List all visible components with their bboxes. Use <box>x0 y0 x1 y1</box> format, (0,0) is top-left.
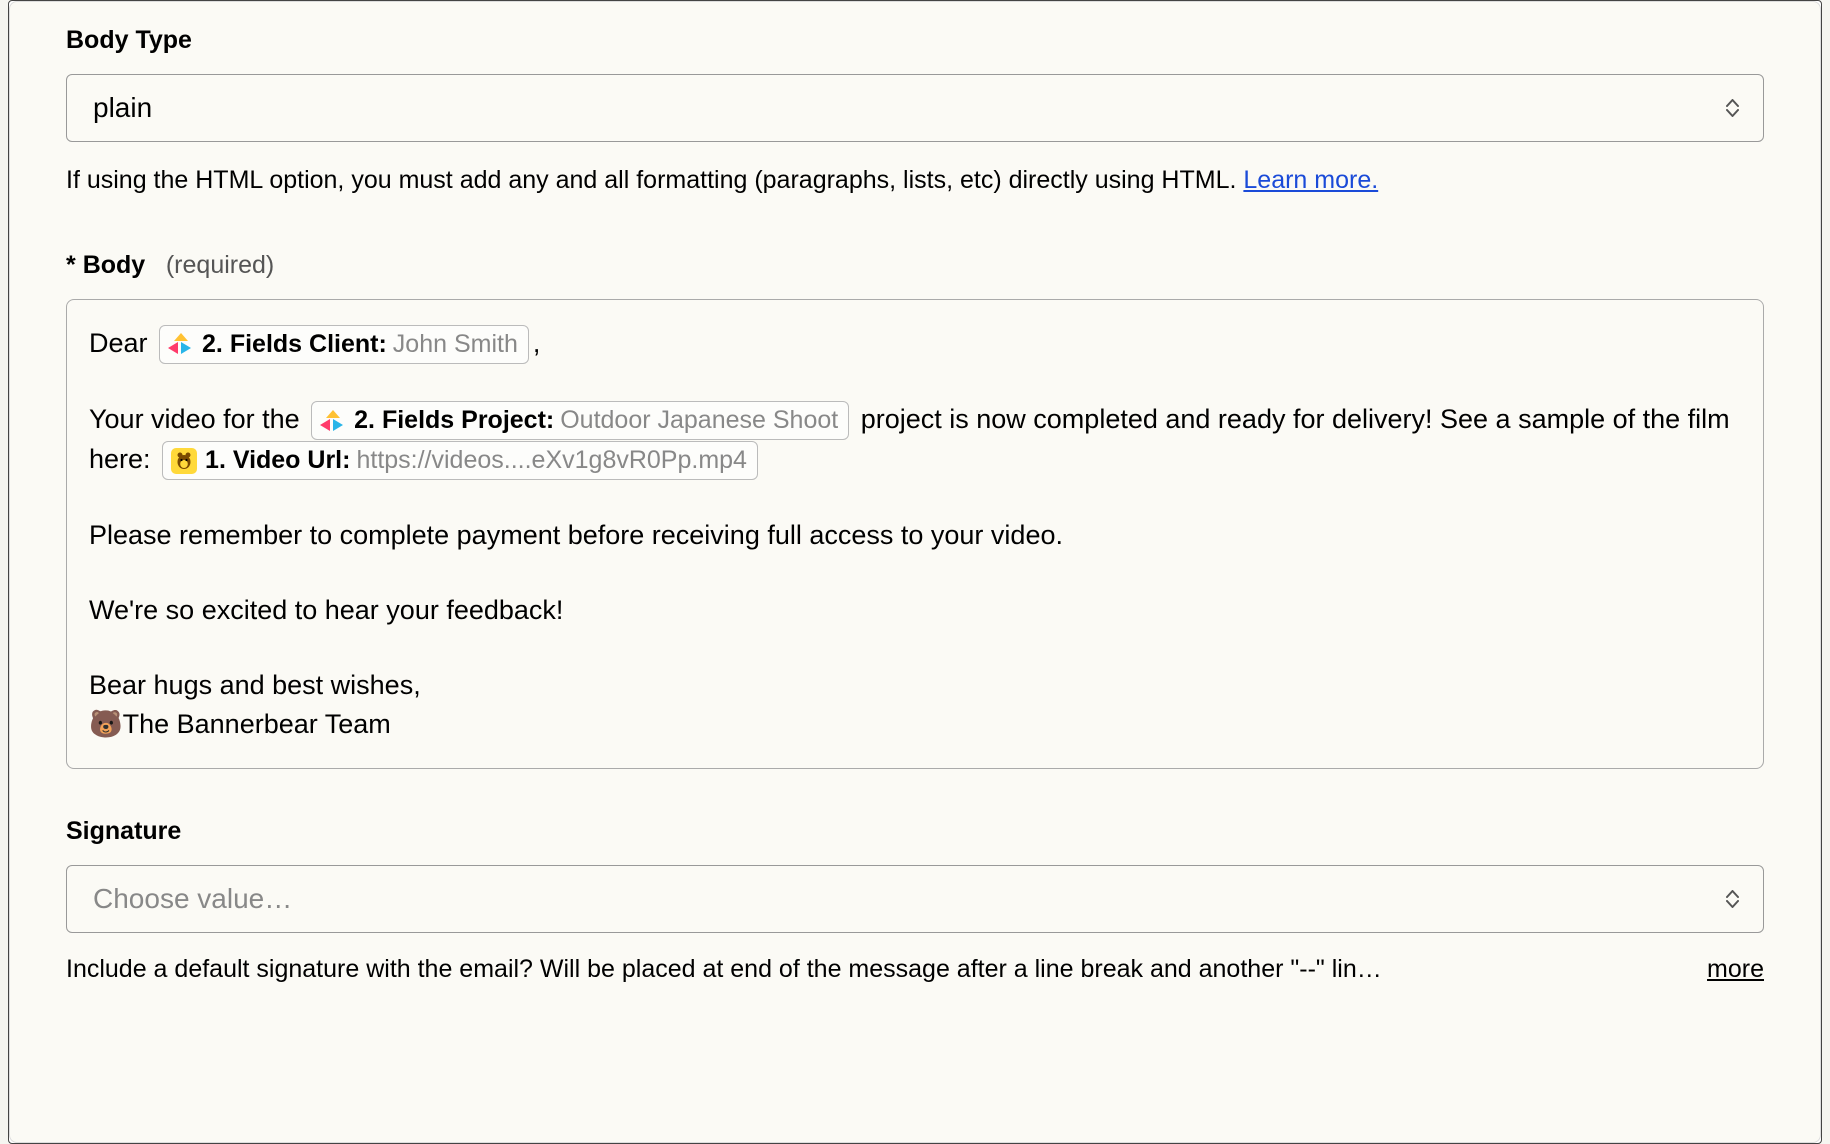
body-type-help-text: If using the HTML option, you must add a… <box>66 166 1243 194</box>
pill-value: https://videos....eXv1g8vR0Pp.mp4 <box>356 444 747 477</box>
body-editor[interactable]: Dear 2. Fields Client: John Smith , Your… <box>66 299 1764 770</box>
signature-field: Signature Choose value… Include a defaul… <box>66 813 1764 988</box>
more-link[interactable]: more <box>1707 951 1764 989</box>
body-field: * Body (required) Dear 2. Fields Client:… <box>66 247 1764 769</box>
airtable-icon <box>320 410 346 432</box>
pill-value: John Smith <box>393 328 518 361</box>
airtable-icon <box>168 333 194 355</box>
body-type-value: plain <box>93 87 152 129</box>
pill-label: 2. Fields Project: <box>354 404 554 437</box>
signature-label: Signature <box>66 817 181 845</box>
pill-label: 1. Video Url: <box>205 444 350 477</box>
pill-value: Outdoor Japanese Shoot <box>560 404 838 437</box>
form-container: Body Type plain If using the HTML option… <box>8 0 1822 1144</box>
pill-fields-project[interactable]: 2. Fields Project: Outdoor Japanese Shoo… <box>311 401 849 440</box>
signature-select[interactable]: Choose value… <box>66 865 1764 933</box>
signature-placeholder: Choose value… <box>93 878 292 920</box>
body-text: 🐻The Bannerbear Team <box>89 709 391 739</box>
signature-help: Include a default signature with the ema… <box>66 951 1687 989</box>
pill-label: 2. Fields Client: <box>202 328 387 361</box>
bannerbear-icon <box>171 448 197 474</box>
body-text: Please remember to complete payment befo… <box>89 520 1063 550</box>
body-required-note: (required) <box>166 251 274 279</box>
pill-video-url[interactable]: 1. Video Url: https://videos....eXv1g8vR… <box>162 441 758 480</box>
select-chevron-icon <box>1726 99 1739 117</box>
body-type-select[interactable]: plain <box>66 74 1764 142</box>
body-text: Dear <box>89 328 155 358</box>
body-text: We're so excited to hear your feedback! <box>89 595 563 625</box>
select-chevron-icon <box>1726 890 1739 908</box>
body-type-field: Body Type plain If using the HTML option… <box>66 22 1764 199</box>
body-label: * Body <box>66 251 145 279</box>
body-text: Bear hugs and best wishes, <box>89 670 421 700</box>
learn-more-link[interactable]: Learn more. <box>1243 166 1378 194</box>
body-text: , <box>533 328 541 358</box>
body-type-help: If using the HTML option, you must add a… <box>66 162 1764 200</box>
pill-fields-client[interactable]: 2. Fields Client: John Smith <box>159 325 529 364</box>
body-type-label: Body Type <box>66 26 192 54</box>
form-panel: Body Type plain If using the HTML option… <box>9 1 1821 1143</box>
body-text: Your video for the <box>89 404 307 434</box>
